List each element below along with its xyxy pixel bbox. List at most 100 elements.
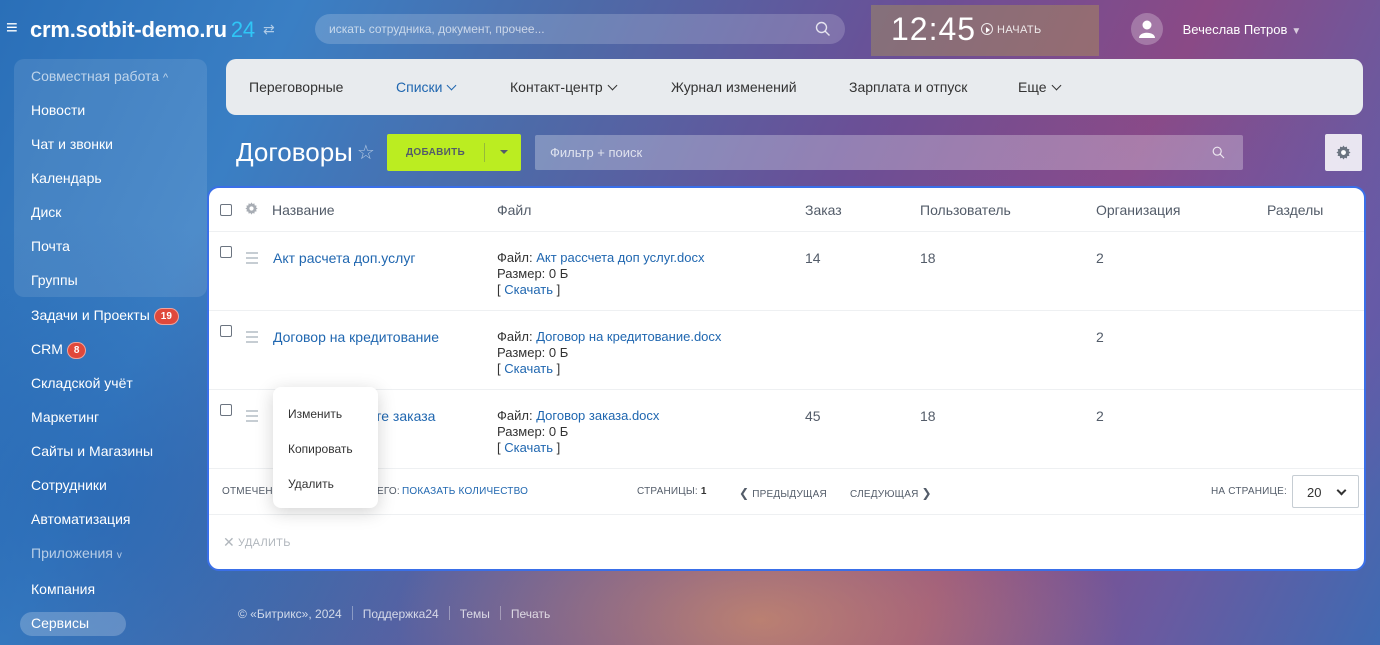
show-count-link[interactable]: ПОКАЗАТЬ КОЛИЧЕСТВО (402, 486, 528, 497)
portal-suffix: 24 (230, 17, 255, 42)
gear-icon[interactable] (245, 202, 258, 215)
tab-lists[interactable]: Списки (396, 79, 457, 95)
column-header-organization[interactable]: Организация (1096, 202, 1180, 218)
file-link[interactable]: Договор заказа.docx (536, 408, 659, 423)
menu-item-company[interactable]: Компания (31, 581, 95, 597)
menu-item-edit[interactable]: Изменить (288, 407, 342, 421)
start-label: НАЧАТЬ (997, 24, 1042, 36)
menu-item-chat[interactable]: Чат и звонки (31, 136, 113, 152)
table-row[interactable]: те заказа Файл: Договор заказа.docx Разм… (209, 390, 1364, 469)
menu-item-news[interactable]: Новости (31, 102, 85, 118)
menu-item-copy[interactable]: Копировать (288, 442, 353, 456)
dropdown-arrow-icon[interactable] (500, 150, 508, 154)
tab-contact-center[interactable]: Контакт-центр (510, 79, 618, 95)
menu-item-calendar[interactable]: Календарь (31, 170, 102, 186)
menu-item-inventory[interactable]: Складской учёт (31, 375, 133, 391)
swap-icon[interactable]: ⇄ (263, 21, 275, 37)
filter-search (535, 135, 1243, 170)
menu-item-services[interactable]: Сервисы (31, 615, 89, 631)
next-page-button[interactable]: СЛЕДУЮЩАЯ ❯ (850, 486, 932, 500)
row-file-cell: Файл: Договор на кредитование.docx Разме… (497, 329, 722, 376)
download-link[interactable]: Скачать (504, 440, 553, 455)
column-header-name[interactable]: Название (272, 202, 335, 218)
menu-item-automation[interactable]: Автоматизация (31, 511, 130, 527)
menu-burger-icon[interactable]: ≡ (6, 18, 18, 38)
user-menu[interactable]: Вечеслав Петров ▼ (1131, 13, 1301, 45)
row-order: 14 (805, 250, 821, 266)
workday-widget[interactable]: 12:45 НАЧАТЬ (871, 5, 1099, 56)
portal-name: crm.sotbit-demo.ru (30, 17, 227, 42)
row-user: 18 (920, 408, 936, 424)
row-menu-icon[interactable] (246, 331, 258, 346)
total-label: ЕГО: (377, 486, 400, 497)
tab-meeting-rooms[interactable]: Переговорные (249, 79, 343, 95)
file-size: Размер: 0 Б (497, 345, 569, 360)
row-name-link[interactable]: те заказа (375, 408, 435, 424)
menu-item-tasks[interactable]: Задачи и Проекты 19 (31, 307, 179, 325)
clock: 12:45 (891, 11, 977, 47)
column-header-user[interactable]: Пользователь (920, 202, 1011, 218)
menu-item-sites[interactable]: Сайты и Магазины (31, 443, 153, 459)
menu-item-groups[interactable]: Группы (31, 272, 78, 288)
chevron-down-icon (1051, 80, 1061, 91)
row-checkbox[interactable] (220, 404, 232, 416)
menu-item-disk[interactable]: Диск (31, 204, 61, 220)
download-link[interactable]: Скачать (504, 282, 553, 297)
tab-changelog[interactable]: Журнал изменений (671, 79, 797, 95)
column-header-sections[interactable]: Разделы (1267, 202, 1323, 218)
delete-selected-button[interactable]: ✕ УДАЛИТЬ (223, 534, 291, 551)
search-icon[interactable] (815, 21, 831, 37)
chevron-down-icon (447, 80, 457, 91)
file-link[interactable]: Договор на кредитование.docx (536, 329, 721, 344)
menu-item-apps[interactable]: Приложения v (31, 545, 122, 561)
row-name-link[interactable]: Договор на кредитование (273, 329, 439, 345)
prev-page-button[interactable]: ❮ ПРЕДЫДУЩАЯ (739, 486, 827, 500)
file-size: Размер: 0 Б (497, 424, 569, 439)
row-checkbox[interactable] (220, 325, 232, 337)
crm-counter-badge: 8 (66, 342, 87, 359)
tab-salary-vacation[interactable]: Зарплата и отпуск (849, 79, 967, 95)
chevron-down-icon (607, 80, 618, 91)
checked-count-label: ОТМЕЧЕН (222, 486, 273, 497)
menu-item-crm[interactable]: CRM 8 (31, 341, 87, 359)
menu-item-mail[interactable]: Почта (31, 238, 70, 254)
star-icon[interactable]: ☆ (357, 142, 375, 164)
column-header-order[interactable]: Заказ (805, 202, 842, 218)
avatar[interactable] (1131, 13, 1163, 45)
menu-item-delete[interactable]: Удалить (288, 477, 334, 491)
row-checkbox[interactable] (220, 246, 232, 258)
row-menu-icon[interactable] (246, 410, 258, 425)
column-header-file[interactable]: Файл (497, 202, 531, 218)
global-search-input[interactable] (315, 14, 845, 44)
chevron-down-icon: v (116, 550, 122, 561)
download-link[interactable]: Скачать (504, 361, 553, 376)
footer-link-support[interactable]: Поддержка24 (363, 607, 439, 621)
add-button[interactable]: ДОБАВИТЬ (387, 134, 521, 171)
settings-button[interactable] (1325, 134, 1362, 171)
chevron-up-icon: ^ (163, 72, 169, 84)
gear-icon (1336, 145, 1351, 160)
menu-item-marketing[interactable]: Маркетинг (31, 409, 99, 425)
footer-link-themes[interactable]: Темы (460, 607, 490, 621)
filter-search-input[interactable] (535, 135, 1243, 170)
select-all-checkbox[interactable] (220, 204, 232, 216)
menu-item-employees[interactable]: Сотрудники (31, 477, 107, 493)
top-header: ≡ crm.sotbit-demo.ru24 ⇄ 12:45 НАЧАТЬ Веч… (0, 0, 1380, 60)
add-button-label[interactable]: ДОБАВИТЬ (387, 134, 484, 171)
portal-logo[interactable]: crm.sotbit-demo.ru 24 ⇄ (30, 17, 275, 43)
footer-link-print[interactable]: Печать (511, 607, 550, 621)
per-page-select[interactable]: 20 (1292, 475, 1359, 508)
table-row[interactable]: Договор на кредитование Файл: Договор на… (209, 311, 1364, 390)
user-name: Вечеслав Петров (1182, 21, 1288, 37)
table-row[interactable]: Акт расчета доп.услуг Файл: Акт рассчета… (209, 232, 1364, 311)
current-page[interactable]: 1 (701, 486, 707, 497)
row-menu-icon[interactable] (246, 252, 258, 267)
search-icon[interactable] (1212, 146, 1225, 159)
chevron-down-icon: ▼ (1291, 25, 1302, 37)
row-name-link[interactable]: Акт расчета доп.услуг (273, 250, 415, 266)
start-workday-button[interactable]: НАЧАТЬ (981, 23, 1042, 36)
tab-more[interactable]: Еще (1018, 79, 1061, 95)
copyright: © «Битрикс», 2024 (238, 607, 342, 621)
menu-group-collaboration[interactable]: Совместная работа ^ (31, 68, 168, 84)
file-link[interactable]: Акт рассчета доп услуг.docx (536, 250, 704, 265)
